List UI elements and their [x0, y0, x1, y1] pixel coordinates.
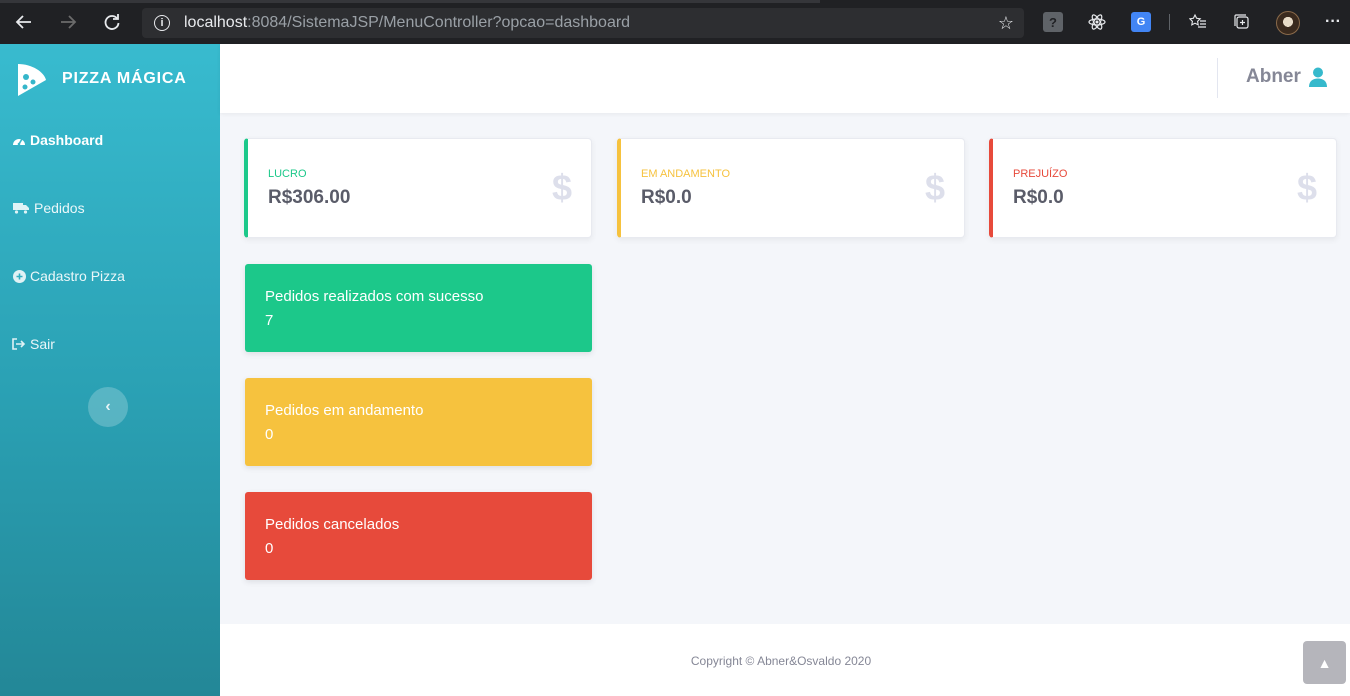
- sidebar: PIZZA MÁGICA Dashboard Pedidos Cadastro …: [0, 44, 220, 696]
- dollar-icon: $: [924, 167, 945, 208]
- dollar-icon: $: [1296, 167, 1317, 208]
- stat-label: EM ANDAMENTO: [641, 168, 731, 180]
- more-menu-icon[interactable]: ···: [1323, 12, 1343, 32]
- card-title: Pedidos realizados com sucesso: [265, 288, 484, 305]
- card-count: 0: [265, 426, 274, 443]
- chevron-up-icon: ▲: [1317, 654, 1332, 671]
- site-info-icon[interactable]: i: [154, 15, 170, 31]
- sidebar-item-label: Pedidos: [34, 200, 85, 216]
- orders-success-card: Pedidos realizados com sucesso 7: [245, 264, 592, 352]
- stat-value: R$0.0: [641, 187, 692, 208]
- sidebar-item-pedidos[interactable]: Pedidos: [12, 200, 85, 216]
- react-devtools-icon[interactable]: [1087, 12, 1107, 32]
- brand-name: PIZZA MÁGICA: [62, 70, 187, 87]
- back-button[interactable]: [12, 10, 36, 34]
- plus-circle-icon: [12, 269, 26, 283]
- pizza-slice-icon: [18, 64, 46, 96]
- stat-value: R$0.0: [1013, 187, 1064, 208]
- orders-in-progress-card: Pedidos em andamento 0: [245, 378, 592, 466]
- card-title: Pedidos cancelados: [265, 516, 400, 533]
- help-extension-icon[interactable]: ?: [1043, 12, 1063, 32]
- stat-card-em-andamento: EM ANDAMENTO R$0.0 $: [617, 138, 965, 238]
- user-name: Abner: [1246, 66, 1301, 87]
- collections-icon[interactable]: [1232, 12, 1252, 32]
- sidebar-item-label: Dashboard: [30, 132, 104, 148]
- url-text: localhost:8084/SistemaJSP/MenuController…: [184, 14, 631, 31]
- card-title: Pedidos em andamento: [265, 402, 424, 419]
- translate-extension-icon[interactable]: G: [1131, 12, 1151, 32]
- copyright-text: Copyright © Abner&Osvaldo 2020: [690, 654, 872, 668]
- chevron-left-icon: ‹: [105, 398, 111, 415]
- sidebar-item-label: Cadastro Pizza: [30, 268, 125, 284]
- topbar-divider: [1217, 58, 1218, 98]
- reload-button[interactable]: [100, 10, 124, 34]
- browser-toolbar: i localhost:8084/SistemaJSP/MenuControll…: [0, 0, 1350, 44]
- stat-card-prejuizo: PREJUÍZO R$0.0 $: [989, 138, 1337, 238]
- orders-cancelled-card: Pedidos cancelados 0: [245, 492, 592, 580]
- brand[interactable]: PIZZA MÁGICA: [14, 60, 187, 98]
- profile-avatar[interactable]: [1276, 11, 1300, 35]
- user-dropdown[interactable]: Abner: [1246, 66, 1327, 88]
- stat-value: R$306.00: [268, 187, 351, 208]
- tachometer-icon: [12, 133, 26, 147]
- topbar: Abner: [220, 44, 1350, 113]
- stat-label: LUCRO: [268, 168, 307, 180]
- toolbar-separator: [1169, 14, 1170, 30]
- card-count: 0: [265, 540, 274, 557]
- stat-label: PREJUÍZO: [1013, 168, 1068, 180]
- sidebar-item-cadastro-pizza[interactable]: Cadastro Pizza: [12, 268, 125, 284]
- sign-out-icon: [12, 337, 26, 351]
- arrow-right-icon: [61, 15, 77, 29]
- truck-icon: [12, 201, 30, 215]
- footer: Copyright © Abner&Osvaldo 2020: [220, 624, 1350, 696]
- sidebar-toggle-button[interactable]: ‹: [88, 387, 128, 427]
- forward-button[interactable]: [56, 10, 80, 34]
- favorites-icon[interactable]: [1188, 12, 1208, 32]
- scroll-to-top-button[interactable]: ▲: [1303, 641, 1346, 684]
- stat-card-lucro: LUCRO R$306.00 $: [244, 138, 592, 238]
- favorite-star-icon[interactable]: ☆: [998, 13, 1014, 34]
- card-count: 7: [265, 312, 274, 329]
- sidebar-item-label: Sair: [30, 336, 55, 352]
- address-bar[interactable]: i localhost:8084/SistemaJSP/MenuControll…: [142, 8, 1024, 38]
- arrow-left-icon: [15, 15, 31, 29]
- user-icon: [1308, 67, 1327, 87]
- tab-strip-edge: [0, 0, 820, 3]
- dollar-icon: $: [551, 167, 572, 208]
- sidebar-item-sair[interactable]: Sair: [12, 336, 55, 352]
- reload-icon: [104, 14, 120, 30]
- sidebar-item-dashboard[interactable]: Dashboard: [12, 132, 103, 148]
